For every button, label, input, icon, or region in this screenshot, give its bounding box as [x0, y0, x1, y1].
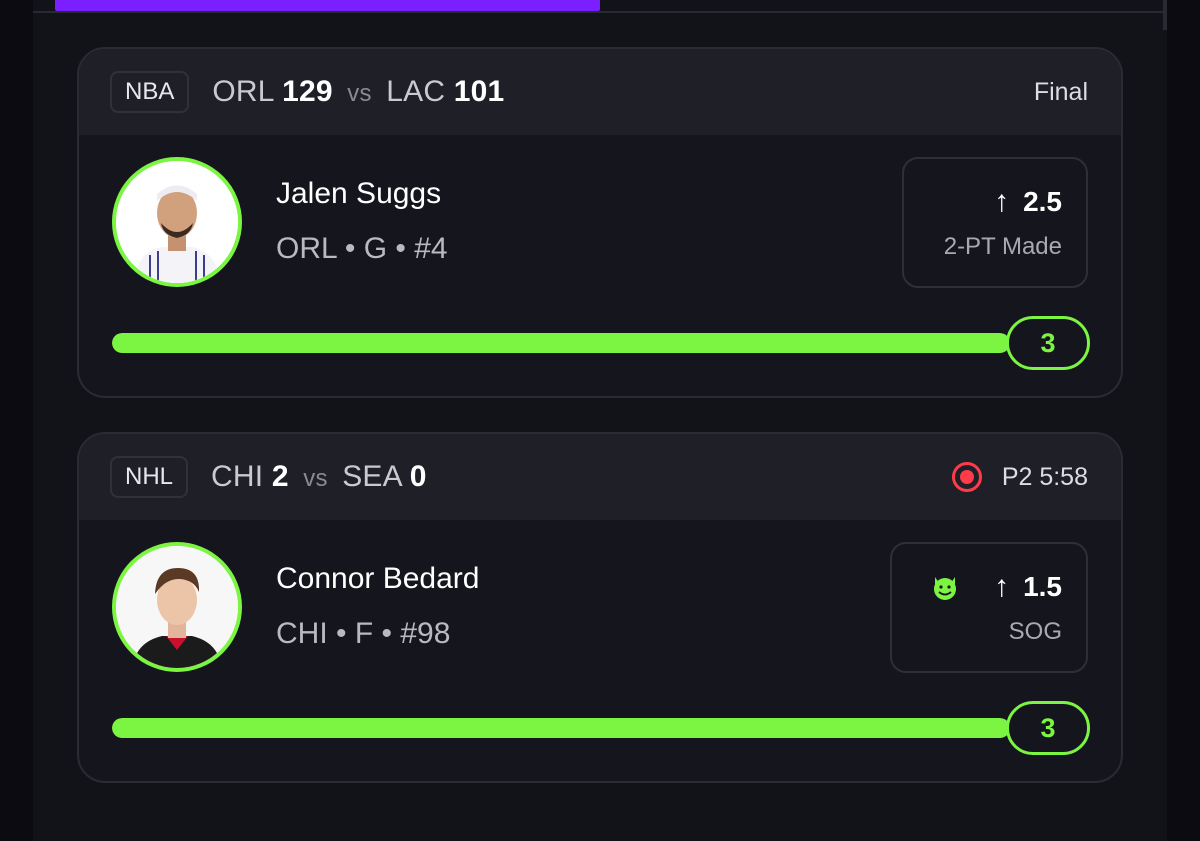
player-headshot-image	[116, 161, 238, 283]
game-status-label: Final	[1033, 77, 1088, 106]
pick-line-row: ↑ 1.5	[930, 570, 1062, 604]
player-meta: ORL • G • #4	[276, 232, 448, 265]
game-header: NBA ORL 129 vs LAC 101 Final	[79, 49, 1121, 135]
devil-emoji-icon	[934, 577, 957, 600]
pick-stat-label: SOG	[1008, 618, 1062, 645]
league-badge: NHL	[110, 456, 189, 498]
away-score: 0	[409, 460, 427, 493]
pick-line-row: ↑ 2.5	[994, 185, 1062, 219]
pick-box[interactable]: ↑ 2.5 2-PT Made	[902, 157, 1088, 288]
away-team: LAC	[386, 75, 446, 108]
pick-stat-label: 2-PT Made	[943, 233, 1062, 260]
game-score: CHI 2 vs SEA 0	[211, 460, 427, 494]
vs-label: vs	[303, 465, 328, 492]
pick-line-value: 1.5	[1023, 571, 1062, 602]
scrollbar[interactable]	[1163, 0, 1167, 30]
stat-progress-fill	[112, 333, 1010, 353]
pick-line-value: 2.5	[1023, 186, 1062, 217]
home-team: CHI	[211, 460, 264, 493]
game-score: ORL 129 vs LAC 101	[212, 75, 504, 109]
top-progress-bar	[55, 0, 600, 11]
player-meta: CHI • F • #98	[276, 617, 451, 650]
stat-progress-fill	[112, 718, 1010, 738]
stat-progress-value: 3	[1006, 316, 1090, 370]
league-badge: NBA	[110, 71, 190, 113]
picks-panel: NBA ORL 129 vs LAC 101 Final Jalen Suggs…	[33, 0, 1167, 841]
game-status: P2 5:58	[951, 434, 1088, 520]
arrow-up-icon: ↑	[994, 185, 1010, 218]
top-divider	[33, 11, 1167, 13]
player-headshot-image	[116, 546, 238, 668]
vs-label: vs	[347, 80, 372, 107]
home-team: ORL	[212, 75, 274, 108]
game-status-label: P2 5:58	[1001, 462, 1088, 491]
pick-box[interactable]: ↑ 1.5 SOG	[890, 542, 1088, 673]
game-status: Final	[1034, 49, 1088, 135]
home-score: 129	[282, 75, 333, 108]
player-avatar[interactable]	[112, 157, 242, 287]
stat-progress-track	[112, 718, 1010, 738]
away-team: SEA	[342, 460, 402, 493]
home-score: 2	[271, 460, 289, 493]
away-score: 101	[453, 75, 505, 108]
right-gutter	[1167, 0, 1200, 841]
live-icon	[951, 462, 982, 492]
stat-progress-track	[112, 333, 1010, 353]
pick-card[interactable]: NBA ORL 129 vs LAC 101 Final Jalen Suggs…	[77, 47, 1123, 398]
left-gutter	[0, 0, 33, 841]
player-avatar[interactable]	[112, 542, 242, 672]
pick-card[interactable]: NHL CHI 2 vs SEA 0 P2 5:58 Connor Bedard…	[77, 432, 1123, 783]
stat-progress-value: 3	[1006, 701, 1090, 755]
arrow-up-icon: ↑	[994, 570, 1010, 603]
player-name: Connor Bedard	[276, 562, 480, 595]
player-name: Jalen Suggs	[276, 177, 442, 210]
game-header: NHL CHI 2 vs SEA 0 P2 5:58	[79, 434, 1121, 520]
